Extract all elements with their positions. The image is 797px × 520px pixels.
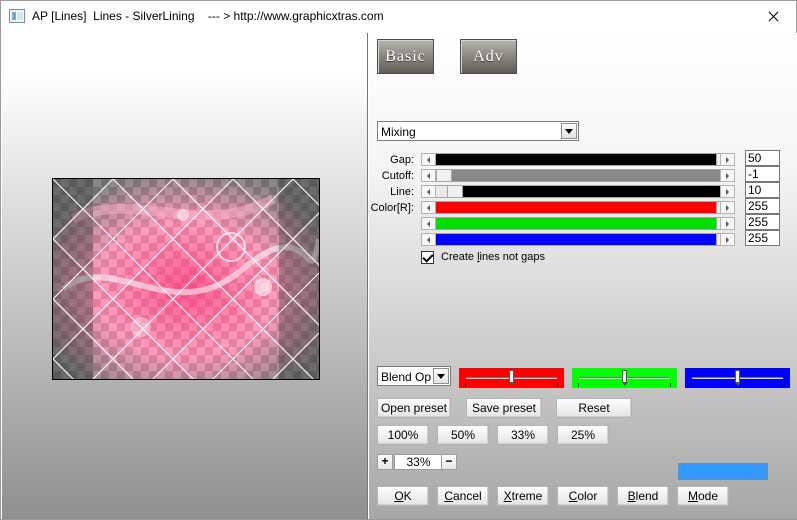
chevron-down-icon[interactable] <box>433 368 449 384</box>
color-button[interactable]: Color <box>557 486 609 506</box>
create-lines-label: Create lines not gaps <box>441 251 545 263</box>
zoom-33-button[interactable]: 33% <box>497 425 549 445</box>
slider-thumb[interactable] <box>447 185 463 198</box>
xtreme-button[interactable]: Xtreme <box>497 486 549 506</box>
slider-left-arrow-icon[interactable] <box>421 201 436 214</box>
slider-right-arrow-icon[interactable] <box>720 201 735 214</box>
mixing-select-value: Mixing <box>381 125 416 139</box>
adv-tab-button[interactable]: Adv <box>460 39 517 74</box>
slider-track <box>436 154 716 165</box>
window-title: AP [Lines] Lines - SilverLining --- > ht… <box>32 9 384 23</box>
chevron-down-icon[interactable] <box>561 123 577 139</box>
save-preset-button[interactable]: Save preset <box>466 398 542 418</box>
app-icon <box>9 9 25 23</box>
color-r-slider[interactable] <box>421 201 735 214</box>
cutoff-value-field[interactable]: -1 <box>745 166 780 182</box>
zoom-25-button[interactable]: 25% <box>557 425 609 445</box>
slider-right-arrow-icon[interactable] <box>720 185 735 198</box>
blue-blend-slider[interactable] <box>685 368 790 388</box>
color-b-value-field[interactable]: 255 <box>745 230 780 246</box>
preview-image[interactable] <box>52 178 320 380</box>
slider-knob[interactable] <box>735 370 741 386</box>
slider-left-arrow-icon[interactable] <box>421 233 436 246</box>
close-button[interactable] <box>750 1 796 32</box>
slider-track <box>452 170 732 181</box>
zoom-value-field[interactable]: 33% <box>394 454 443 470</box>
slider-left-arrow-icon[interactable] <box>421 185 436 198</box>
create-lines-checkbox[interactable] <box>421 251 434 264</box>
slider-right-arrow-icon[interactable] <box>720 217 735 230</box>
slider-thumb[interactable] <box>436 169 452 182</box>
basic-tab-button[interactable]: Basic <box>377 39 434 74</box>
slider-track <box>436 234 716 245</box>
slider-left-arrow-icon[interactable] <box>421 153 436 166</box>
zoom-100-button[interactable]: 100% <box>377 425 429 445</box>
line-label: Line: <box>390 186 414 198</box>
slider-track <box>436 218 716 229</box>
line-value-field[interactable]: 10 <box>745 182 780 198</box>
color-g-slider[interactable] <box>421 217 735 230</box>
blend-options-select[interactable]: Blend Options <box>377 366 451 386</box>
open-preset-button[interactable]: Open preset <box>377 398 451 418</box>
gap-slider[interactable] <box>421 153 735 166</box>
green-blend-slider[interactable] <box>572 368 677 388</box>
slider-right-arrow-icon[interactable] <box>720 153 735 166</box>
blend-options-value: Blend Options <box>381 370 431 384</box>
color-swatch[interactable] <box>678 463 768 480</box>
zoom-minus-button[interactable]: − <box>441 454 457 470</box>
blend-button[interactable]: Blend <box>617 486 669 506</box>
preview-pane <box>2 33 368 519</box>
line-slider[interactable] <box>421 185 735 198</box>
slider-track <box>436 202 716 213</box>
reset-button[interactable]: Reset <box>556 398 632 418</box>
slider-left-arrow-icon[interactable] <box>421 169 436 182</box>
gap-label: Gap: <box>390 154 414 166</box>
cutoff-label: Cutoff: <box>381 170 414 182</box>
color-g-value-field[interactable]: 255 <box>745 214 780 230</box>
controls-pane: Basic Adv Mixing Gap: 50 Cutoff: -1 Line… <box>369 33 797 519</box>
zoom-50-button[interactable]: 50% <box>437 425 489 445</box>
red-blend-slider[interactable] <box>459 368 564 388</box>
plugin-window: AP [Lines] Lines - SilverLining --- > ht… <box>0 0 797 520</box>
title-bar: AP [Lines] Lines - SilverLining --- > ht… <box>1 1 796 32</box>
cutoff-slider[interactable] <box>421 169 735 182</box>
mixing-select[interactable]: Mixing <box>377 121 579 141</box>
slider-knob[interactable] <box>509 370 515 386</box>
preview-picture <box>53 179 319 379</box>
cancel-button[interactable]: Cancel <box>437 486 489 506</box>
zoom-plus-button[interactable]: + <box>377 454 393 470</box>
slider-left-arrow-icon[interactable] <box>421 217 436 230</box>
color-b-slider[interactable] <box>421 233 735 246</box>
color-r-value-field[interactable]: 255 <box>745 198 780 214</box>
slider-right-arrow-icon[interactable] <box>720 233 735 246</box>
gap-value-field[interactable]: 50 <box>745 150 780 166</box>
slider-knob[interactable] <box>622 370 628 386</box>
mode-button[interactable]: Mode <box>677 486 729 506</box>
slider-right-arrow-icon[interactable] <box>720 169 735 182</box>
ok-button[interactable]: OK <box>377 486 429 506</box>
color-r-label: Color[R]: <box>370 202 414 214</box>
slider-track <box>463 186 732 197</box>
